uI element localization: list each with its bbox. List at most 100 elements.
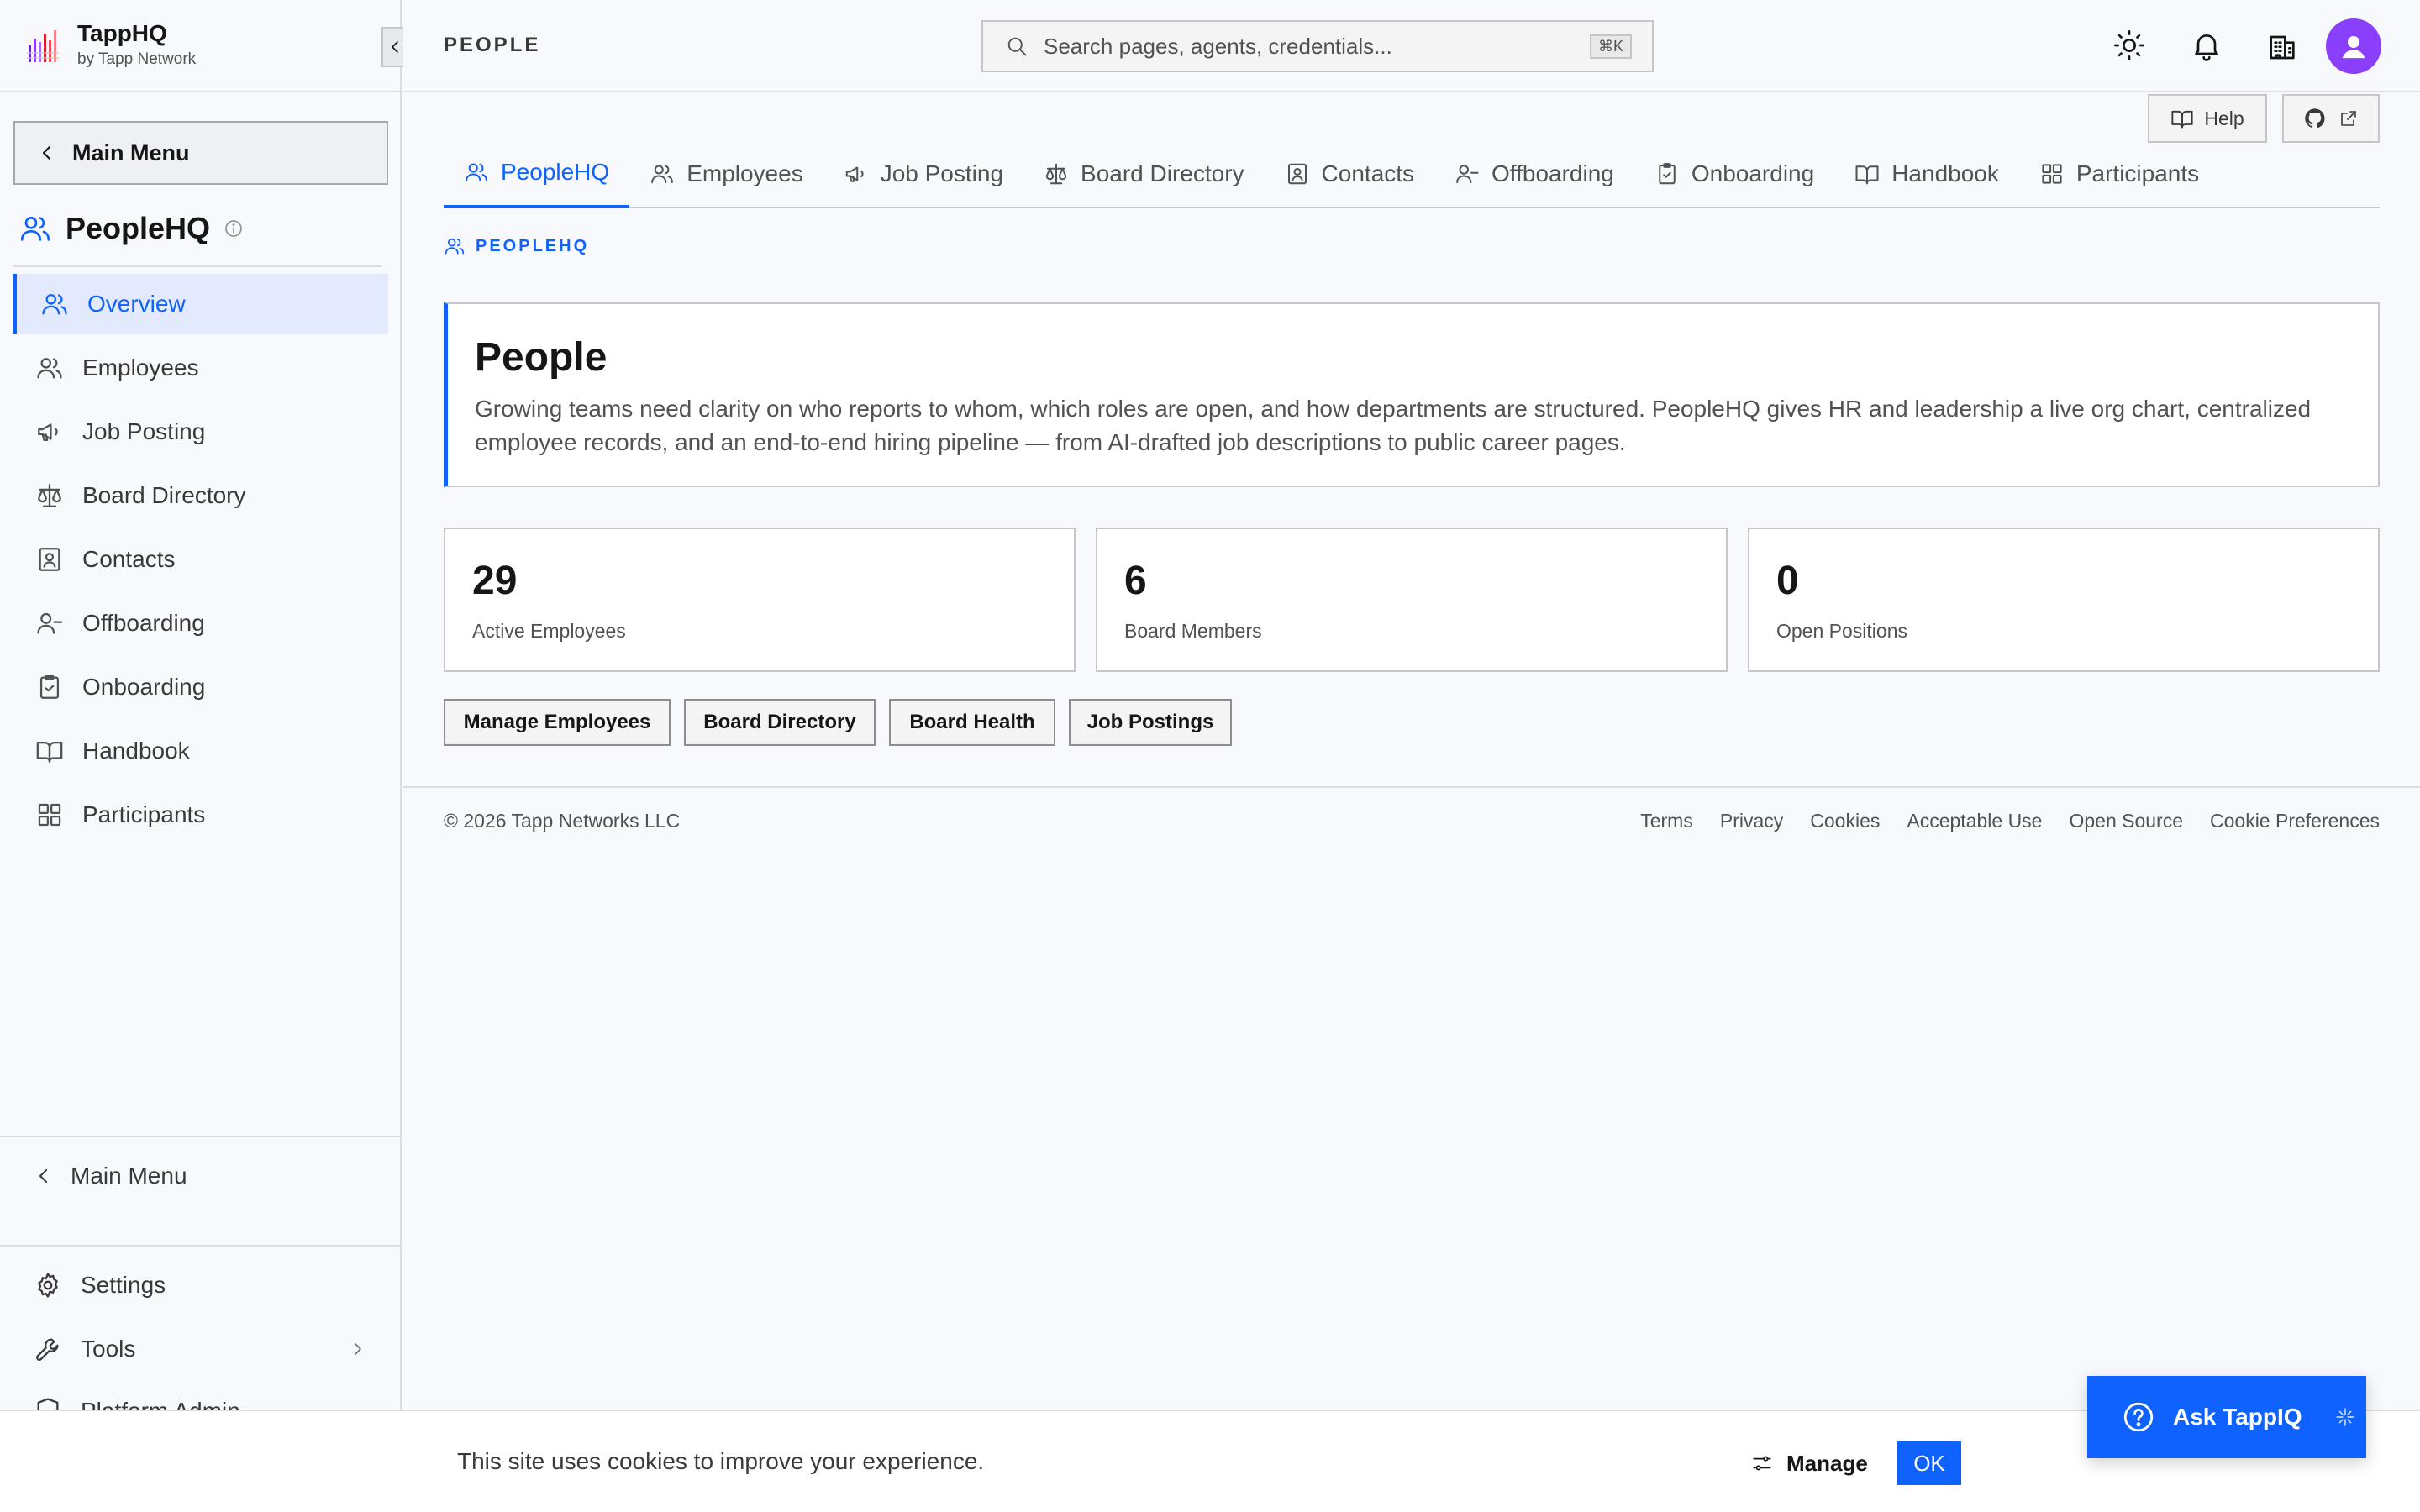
sidebar-item-settings[interactable]: Settings: [13, 1253, 388, 1317]
main-menu-label: Main Menu: [72, 139, 190, 165]
help-label: Help: [2204, 107, 2244, 129]
sidebar: TappHQ by Tapp Network Main Menu PeopleH…: [0, 0, 407, 1512]
intro-title: People: [475, 335, 608, 380]
footer-link-acceptable-use[interactable]: Acceptable Use: [1907, 810, 2042, 832]
footer-link-open-source[interactable]: Open Source: [2069, 810, 2183, 832]
manage-employees-button[interactable]: Manage Employees: [444, 699, 671, 746]
divider: [403, 786, 2420, 788]
search-box[interactable]: ⌘K: [981, 20, 1654, 72]
sidebar-item-job-posting[interactable]: Job Posting: [13, 402, 388, 462]
notifications-bell-icon[interactable]: [2190, 29, 2223, 62]
tab-board-directory[interactable]: Board Directory: [1023, 139, 1265, 208]
book-open-icon: [36, 741, 63, 763]
main-menu-button[interactable]: Main Menu: [13, 121, 388, 185]
cookie-ok-button[interactable]: OK: [1897, 1441, 1961, 1485]
shield-icon: [37, 1398, 59, 1410]
footer-link-cookies[interactable]: Cookies: [1810, 810, 1880, 832]
chevron-left-icon: [42, 145, 51, 160]
tab-label: Offboarding: [1491, 160, 1614, 186]
ask-tappiq-label: Ask TappIQ: [2173, 1404, 2302, 1430]
tab-label: Handbook: [1891, 160, 1999, 186]
stat-label: Open Positions: [1776, 620, 1907, 642]
job-postings-button[interactable]: Job Postings: [1069, 699, 1232, 746]
footer-link-cookie-preferences[interactable]: Cookie Preferences: [2210, 810, 2380, 832]
clipboard-check-icon: [39, 675, 60, 699]
wrench-icon: [36, 1338, 59, 1361]
user-minus-icon: [37, 612, 63, 634]
chevron-left-icon: [39, 1169, 47, 1183]
tab-peoplehq[interactable]: PeopleHQ: [444, 139, 630, 208]
tab-handbook[interactable]: Handbook: [1834, 139, 2019, 208]
book-open-icon: [2171, 110, 2193, 129]
scale-icon: [1045, 163, 1067, 185]
footer-link-privacy[interactable]: Privacy: [1720, 810, 1783, 832]
theme-toggle-sun-icon[interactable]: [2112, 29, 2146, 62]
sidebar-item-handbook[interactable]: Handbook: [13, 721, 388, 781]
info-icon[interactable]: [224, 218, 244, 239]
board-health-button[interactable]: Board Health: [889, 699, 1055, 746]
back-to-main-menu[interactable]: Main Menu: [13, 1144, 388, 1208]
sparkle-icon: [2335, 1408, 2354, 1426]
contact-card-icon: [39, 548, 60, 571]
organization-building-icon[interactable]: [2265, 29, 2299, 62]
stat-value: 29: [472, 559, 518, 603]
footer-links: Terms Privacy Cookies Acceptable Use Ope…: [1640, 810, 2380, 832]
contact-card-icon: [1287, 163, 1307, 185]
github-link-button[interactable]: [2282, 94, 2380, 143]
intro-description: Growing teams need clarity on who report…: [475, 396, 2312, 455]
avatar[interactable]: [2326, 18, 2381, 74]
sidebar-item-platform-admin[interactable]: Platform Admin: [13, 1384, 388, 1410]
footer-link-terms[interactable]: Terms: [1640, 810, 1693, 832]
help-chat-icon: [2123, 1402, 2154, 1432]
grid-icon: [2042, 164, 2062, 184]
sidebar-item-label: Job Posting: [82, 418, 206, 444]
stat-card-open-positions: 0 Open Positions: [1748, 528, 2380, 672]
tab-contacts[interactable]: Contacts: [1265, 139, 1435, 208]
sidebar-item-label: Handbook: [82, 738, 190, 764]
sidebar-item-contacts[interactable]: Contacts: [13, 529, 388, 590]
cookie-manage-label: Manage: [1786, 1450, 1868, 1476]
sidebar-item-employees[interactable]: Employees: [13, 338, 388, 398]
ask-tappiq-button[interactable]: Ask TappIQ: [2087, 1376, 2366, 1458]
cookie-banner-text: This site uses cookies to improve your e…: [457, 1448, 985, 1474]
stat-card-board-members: 6 Board Members: [1096, 528, 1728, 672]
sidebar-item-label: Settings: [81, 1272, 166, 1298]
sidebar-item-board-directory[interactable]: Board Directory: [13, 465, 388, 526]
tab-bar: PeopleHQ Employees Job Posting Board Dir…: [444, 139, 2380, 208]
chevron-right-icon: [355, 1343, 361, 1355]
sidebar-item-tools[interactable]: Tools: [13, 1317, 388, 1381]
help-button[interactable]: Help: [2148, 94, 2267, 143]
tab-label: Contacts: [1321, 160, 1415, 186]
users-icon: [42, 294, 67, 315]
book-open-icon: [1855, 165, 1879, 185]
intro-card: People Growing teams need clarity on who…: [444, 302, 2380, 487]
section-title: PeopleHQ: [18, 205, 244, 252]
search-input[interactable]: [1044, 33, 1575, 60]
tab-offboarding[interactable]: Offboarding: [1434, 139, 1634, 208]
users-icon: [651, 165, 674, 183]
tab-participants[interactable]: Participants: [2019, 139, 2219, 208]
sidebar-item-participants[interactable]: Participants: [13, 785, 388, 845]
sidebar-item-onboarding[interactable]: Onboarding: [13, 657, 388, 717]
cookie-manage-button[interactable]: Manage: [1751, 1443, 1868, 1483]
board-directory-button[interactable]: Board Directory: [684, 699, 876, 746]
gear-icon: [38, 1273, 58, 1298]
sidebar-item-label: Contacts: [82, 546, 176, 572]
sliders-icon: [1753, 1456, 1771, 1471]
sidebar-item-overview[interactable]: Overview: [13, 274, 388, 334]
brand-subtitle: by Tapp Network: [77, 50, 197, 68]
search-icon: [1007, 37, 1027, 56]
sidebar-item-label: Onboarding: [82, 674, 206, 700]
user-avatar-icon: [2342, 36, 2365, 59]
tab-onboarding[interactable]: Onboarding: [1634, 139, 1834, 208]
users-icon: [445, 238, 465, 255]
stat-label: Active Employees: [472, 620, 626, 642]
stat-value: 0: [1776, 559, 1799, 603]
clipboard-check-icon: [1659, 163, 1676, 185]
stat-card-active-employees: 29 Active Employees: [444, 528, 1076, 672]
users-icon: [466, 163, 487, 181]
tab-employees[interactable]: Employees: [629, 139, 823, 208]
sidebar-item-offboarding[interactable]: Offboarding: [13, 593, 388, 654]
brand-logo-icon[interactable]: [27, 27, 60, 64]
tab-job-posting[interactable]: Job Posting: [823, 139, 1023, 208]
